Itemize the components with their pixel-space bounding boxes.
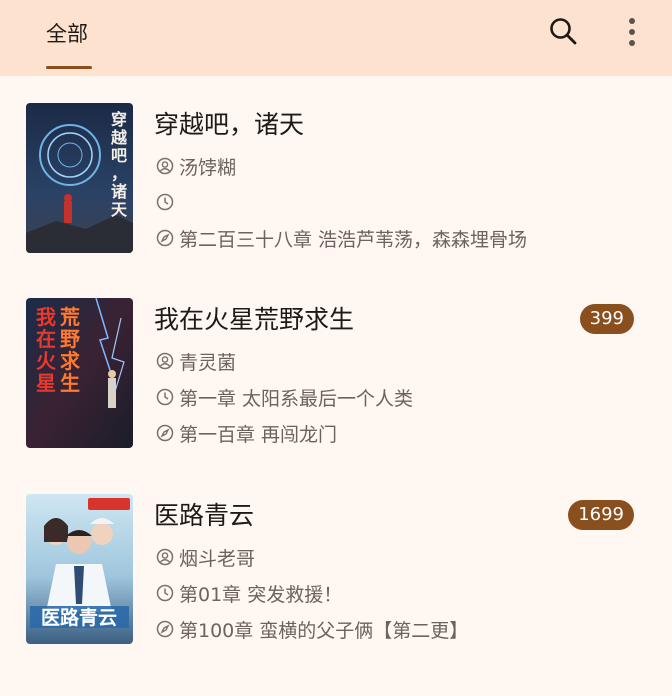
latest-chapter: 第一百章 再闯龙门 (179, 423, 338, 446)
book-cover: 我在火星 荒野求生 (26, 298, 133, 448)
tab-all[interactable]: 全部 (46, 18, 88, 48)
book-author: 汤饽糊 (156, 154, 237, 179)
book-item[interactable]: 穿越吧，诸天 穿越吧，诸天 汤饽糊 第二百三十八章 浩浩芦苇荡，森森埋骨场 (0, 103, 672, 263)
latest-chapter: 第二百三十八章 浩浩芦苇荡，森森埋骨场 (179, 228, 528, 251)
book-title: 穿越吧，诸天 (154, 110, 305, 139)
book-latest-chapter: 第二百三十八章 浩浩芦苇荡，森森埋骨场 (156, 226, 528, 251)
book-author: 烟斗老哥 (156, 545, 256, 570)
book-last-read: 第01章 突发救援！ (156, 581, 343, 606)
top-app-bar: 全部 (0, 0, 672, 76)
unread-count-badge: 399 (579, 304, 634, 334)
book-last-read: 第一章 太阳系最后一个人类 (156, 385, 414, 410)
book-latest-chapter: 第一百章 再闯龙门 (156, 421, 338, 446)
svg-text:穿越吧，诸天: 穿越吧，诸天 (110, 110, 128, 219)
clock-icon (156, 584, 174, 602)
compass-icon (156, 620, 174, 638)
book-item[interactable]: 我在火星 荒野求生 我在火星荒野求生 399 青灵菌 第一章 太阳系最后一个人类… (0, 298, 672, 458)
person-circle-icon (156, 548, 174, 566)
book-item[interactable]: 医路青云 医路青云 1699 烟斗老哥 第01章 突发救援！ 第100章 蛮横的… (0, 494, 672, 654)
svg-text:我在火星: 我在火星 (36, 305, 57, 395)
latest-chapter: 第100章 蛮横的父子俩【第二更】 (179, 619, 469, 642)
compass-icon (156, 229, 174, 247)
book-title: 我在火星荒野求生 (154, 305, 355, 334)
search-button[interactable] (546, 14, 580, 48)
last-read-chapter: 第一章 太阳系最后一个人类 (179, 387, 414, 410)
book-cover: 穿越吧，诸天 (26, 103, 133, 253)
search-icon (550, 18, 577, 45)
last-read-chapter: 第01章 突发救援！ (179, 583, 343, 606)
svg-text:医路青云: 医路青云 (41, 606, 117, 629)
clock-icon (156, 388, 174, 406)
book-last-read (156, 190, 179, 214)
more-vertical-icon (629, 18, 635, 46)
book-cover: 医路青云 (26, 494, 133, 644)
svg-text:荒野求生: 荒野求生 (60, 305, 81, 395)
tab-indicator (46, 66, 92, 69)
person-circle-icon (156, 157, 174, 175)
author-name: 汤饽糊 (179, 156, 237, 179)
author-name: 烟斗老哥 (179, 547, 256, 570)
book-latest-chapter: 第100章 蛮横的父子俩【第二更】 (156, 617, 469, 642)
unread-count-badge: 1699 (568, 500, 634, 530)
more-options-button[interactable] (618, 12, 646, 52)
book-author: 青灵菌 (156, 349, 237, 374)
book-title: 医路青云 (154, 501, 255, 530)
person-circle-icon (156, 352, 174, 370)
author-name: 青灵菌 (179, 351, 237, 374)
compass-icon (156, 424, 174, 442)
clock-icon (156, 193, 174, 211)
